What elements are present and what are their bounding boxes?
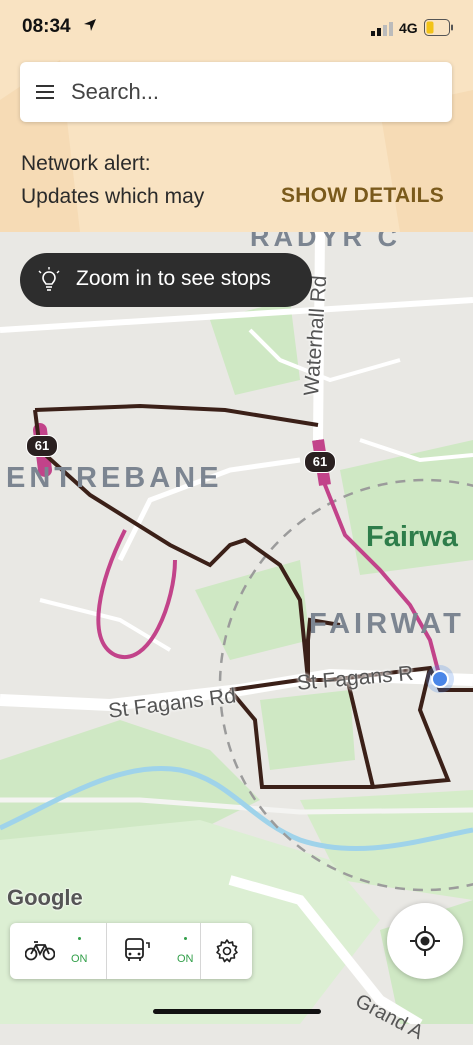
bike-status: ON bbox=[71, 953, 88, 965]
bicycle-icon bbox=[25, 941, 55, 961]
google-attribution: Google bbox=[7, 885, 83, 910]
route-badge[interactable]: 61 bbox=[26, 435, 58, 457]
menu-icon[interactable] bbox=[36, 82, 56, 102]
lightbulb-icon bbox=[38, 267, 60, 291]
battery-icon bbox=[424, 19, 453, 36]
bike-toggle[interactable]: ON bbox=[10, 923, 106, 979]
route-badge[interactable]: 61 bbox=[304, 451, 336, 473]
locate-me-button[interactable] bbox=[387, 903, 463, 979]
alert-title: Network alert: bbox=[21, 152, 151, 175]
header-panel: 08:34 4G Search... Network alert: Update… bbox=[0, 0, 473, 232]
show-details-button[interactable]: SHOW DETAILS bbox=[281, 184, 444, 208]
park-label-fairwater: Fairwa bbox=[366, 521, 458, 553]
alert-message: Updates which may bbox=[21, 185, 205, 208]
bus-icon bbox=[125, 938, 150, 961]
place-label-fairwater: FAIRWAT bbox=[309, 608, 465, 640]
gear-icon bbox=[216, 939, 238, 963]
bus-toggle[interactable]: ON bbox=[107, 923, 200, 979]
zoom-hint-text: Zoom in to see stops bbox=[76, 267, 271, 290]
status-time: 08:34 bbox=[22, 16, 71, 37]
settings-button[interactable] bbox=[201, 923, 252, 979]
bus-status: ON bbox=[177, 953, 194, 965]
status-bar: 08:34 4G bbox=[0, 0, 473, 56]
place-label-pentrebane: ENTREBANE bbox=[6, 462, 223, 494]
search-input[interactable]: Search... bbox=[71, 79, 159, 105]
home-indicator[interactable] bbox=[153, 1009, 321, 1014]
zoom-hint-pill: Zoom in to see stops bbox=[20, 253, 312, 307]
signal-icon bbox=[371, 22, 393, 36]
crosshair-icon bbox=[410, 926, 440, 956]
network-type: 4G bbox=[399, 20, 418, 36]
location-arrow-icon bbox=[84, 19, 96, 31]
mode-toolbar: ON ON bbox=[10, 923, 252, 979]
search-bar[interactable]: Search... bbox=[20, 62, 452, 122]
